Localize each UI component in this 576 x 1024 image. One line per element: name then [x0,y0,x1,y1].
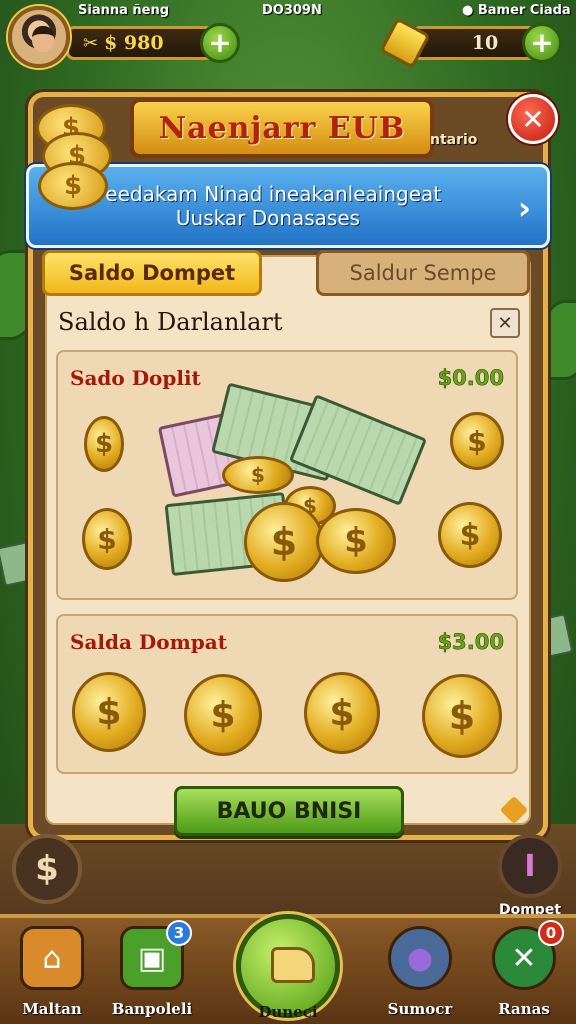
nav-item-banpoleli[interactable]: ▣ 3 Banpoleli [112,920,192,1018]
ticket-gem-icon [379,17,431,69]
player-avatar[interactable] [8,6,70,68]
coin-stack-icon: $ $ $ [28,104,118,224]
balance-card-amount: $0.00 [437,366,504,391]
avatar-face [32,26,54,52]
coin-icon: $ [438,502,502,568]
add-coins-button[interactable]: + [200,23,240,63]
section-close-button[interactable]: ✕ [490,308,520,338]
coin-icon: $ [222,456,294,494]
nav-item-ranas[interactable]: ✕ 0 Ranas [484,920,564,1018]
coin-icon: $ [72,672,146,752]
dompet-shortcut-button[interactable]: I [498,834,562,898]
add-gems-button[interactable]: + [522,23,562,63]
status-center-text: DO309N [262,3,322,18]
confirm-button[interactable]: BAUO BNISI [174,786,404,836]
gem-balance-value: 10 [471,32,499,54]
wallet-icon [271,947,315,983]
bag-icon: ● [388,926,452,990]
nav-item-label: Maltan [22,1000,82,1018]
coin-icon: $ [244,502,324,582]
nav-item-label: Sumocr [387,1000,453,1018]
nav-item-maltan[interactable]: ⌂ Maltan [12,926,92,1018]
chevron-right-icon: › [517,189,531,227]
top-hud: Sianna ñeng DO309N ● Bamer Ciada ✂ $ 980… [0,0,576,92]
banner-line-2: Uuskar Donasases [175,206,361,230]
status-left-text: Sianna ñeng [78,3,170,18]
nav-item-label: Duneci [258,1003,318,1021]
nav-item-duneci[interactable]: Duneci [236,914,340,1021]
notification-badge: 3 [166,920,192,946]
coin-icon: $ [184,674,262,756]
nav-item-sumocr[interactable]: ● Sumocr [380,926,460,1018]
nav-item-label: Ranas [498,1000,550,1018]
coin-icon: $ [82,508,132,570]
notification-badge: 0 [538,920,564,946]
balance-card: Sado Doplit $0.00 $ $ $ $ $ $ $ $ [56,350,518,600]
close-button[interactable]: ✕ [508,94,558,144]
nav-item-label: Banpoleli [111,1000,193,1018]
balance-card-amount: $3.00 [437,630,504,655]
balance-card-label: Sado Doplit [70,366,201,390]
dollar-shortcut-button[interactable]: $ [12,834,82,904]
status-right-text: ● Bamer Ciada [462,3,571,18]
balance-card: Salda Dompat $3.00 $ $ $ $ [56,614,518,774]
coin-icon: $ [316,508,396,574]
banner-line-1: Feedakam Ninad ineakanleaingeat [94,182,442,206]
tab-saldur-sempe[interactable]: Saldur Sempe [316,250,530,296]
tab-saldo-dompet[interactable]: Saldo Dompet [42,250,262,296]
coin-icon: $ [84,416,124,472]
coin-balance-value: $ 980 [104,32,164,54]
coin-icon: $ [304,672,380,754]
panel-title-side-text: ntario [430,132,478,148]
coin-icon: $ [422,674,502,758]
panel-title: Naenjarr EUB [130,98,434,158]
section-title: Saldo h Darlanlart [58,308,283,336]
coin-icon: ✂ [83,32,99,54]
balance-card-label: Salda Dompat [70,630,227,654]
house-icon: ⌂ [20,926,84,990]
coin-icon: $ [450,412,504,470]
coin-icon: $ [38,162,108,210]
